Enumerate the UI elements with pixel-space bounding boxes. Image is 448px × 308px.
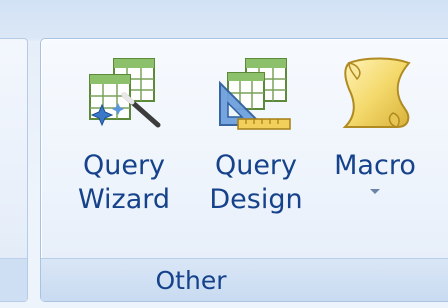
query-wizard-icon	[89, 58, 161, 128]
group-footer: Other	[41, 258, 448, 301]
group-label-other: Other	[155, 265, 227, 295]
ribbon-tab-strip	[0, 0, 448, 38]
query-wizard-button[interactable]: Query Wizard	[65, 45, 183, 255]
previous-ribbon-group	[0, 38, 28, 302]
query-design-label: Query Design	[209, 150, 303, 215]
macro-label: Macro	[334, 150, 416, 181]
query-wizard-label: Query Wizard	[77, 150, 171, 215]
ribbon-group-other: Query Wizard Query Design Macro Other	[40, 38, 448, 302]
ribbon-area: Query Wizard Query Design Macro Other	[0, 0, 448, 308]
query-design-button[interactable]: Query Design	[197, 45, 315, 255]
macro-button[interactable]: Macro	[325, 45, 425, 255]
chevron-down-icon[interactable]	[370, 189, 380, 194]
query-design-icon	[219, 58, 291, 130]
macro-scroll-icon	[342, 57, 411, 128]
